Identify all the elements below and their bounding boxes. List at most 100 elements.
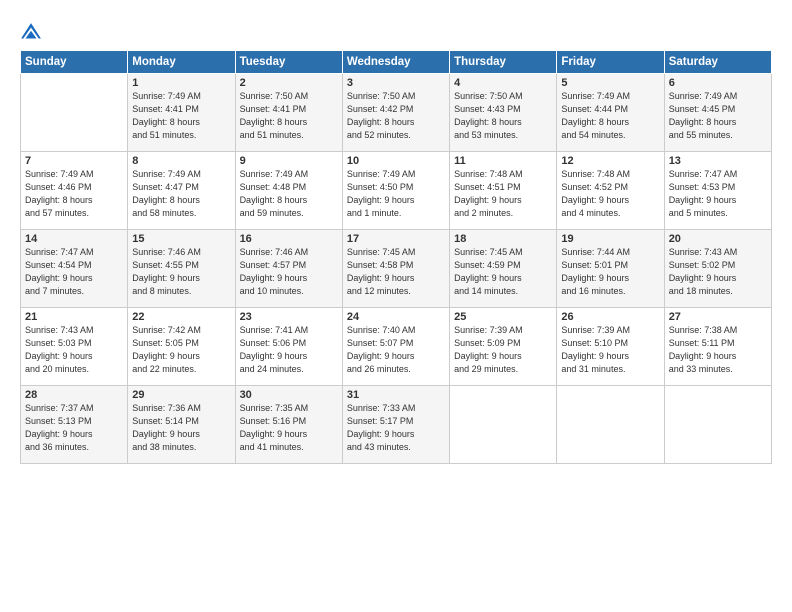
week-row-1: 1Sunrise: 7:49 AM Sunset: 4:41 PM Daylig… xyxy=(21,74,772,152)
day-cell: 28Sunrise: 7:37 AM Sunset: 5:13 PM Dayli… xyxy=(21,386,128,464)
day-number: 20 xyxy=(669,233,767,245)
day-cell: 24Sunrise: 7:40 AM Sunset: 5:07 PM Dayli… xyxy=(342,308,449,386)
day-number: 25 xyxy=(454,311,552,323)
day-info: Sunrise: 7:50 AM Sunset: 4:42 PM Dayligh… xyxy=(347,90,445,142)
day-cell: 15Sunrise: 7:46 AM Sunset: 4:55 PM Dayli… xyxy=(128,230,235,308)
col-header-friday: Friday xyxy=(557,51,664,74)
day-cell: 19Sunrise: 7:44 AM Sunset: 5:01 PM Dayli… xyxy=(557,230,664,308)
day-number: 3 xyxy=(347,77,445,89)
day-info: Sunrise: 7:46 AM Sunset: 4:57 PM Dayligh… xyxy=(240,246,338,298)
day-number: 18 xyxy=(454,233,552,245)
day-info: Sunrise: 7:41 AM Sunset: 5:06 PM Dayligh… xyxy=(240,324,338,376)
day-info: Sunrise: 7:37 AM Sunset: 5:13 PM Dayligh… xyxy=(25,402,123,454)
day-info: Sunrise: 7:39 AM Sunset: 5:10 PM Dayligh… xyxy=(561,324,659,376)
day-number: 16 xyxy=(240,233,338,245)
day-info: Sunrise: 7:47 AM Sunset: 4:54 PM Dayligh… xyxy=(25,246,123,298)
day-number: 2 xyxy=(240,77,338,89)
day-number: 24 xyxy=(347,311,445,323)
day-number: 11 xyxy=(454,155,552,167)
week-row-3: 14Sunrise: 7:47 AM Sunset: 4:54 PM Dayli… xyxy=(21,230,772,308)
day-number: 9 xyxy=(240,155,338,167)
day-number: 26 xyxy=(561,311,659,323)
day-info: Sunrise: 7:45 AM Sunset: 4:58 PM Dayligh… xyxy=(347,246,445,298)
logo xyxy=(20,22,46,44)
day-cell: 10Sunrise: 7:49 AM Sunset: 4:50 PM Dayli… xyxy=(342,152,449,230)
day-cell: 1Sunrise: 7:49 AM Sunset: 4:41 PM Daylig… xyxy=(128,74,235,152)
day-info: Sunrise: 7:43 AM Sunset: 5:02 PM Dayligh… xyxy=(669,246,767,298)
day-number: 17 xyxy=(347,233,445,245)
week-row-5: 28Sunrise: 7:37 AM Sunset: 5:13 PM Dayli… xyxy=(21,386,772,464)
day-info: Sunrise: 7:48 AM Sunset: 4:52 PM Dayligh… xyxy=(561,168,659,220)
day-number: 28 xyxy=(25,389,123,401)
day-cell: 7Sunrise: 7:49 AM Sunset: 4:46 PM Daylig… xyxy=(21,152,128,230)
day-number: 29 xyxy=(132,389,230,401)
day-number: 5 xyxy=(561,77,659,89)
day-number: 6 xyxy=(669,77,767,89)
day-info: Sunrise: 7:46 AM Sunset: 4:55 PM Dayligh… xyxy=(132,246,230,298)
day-cell: 22Sunrise: 7:42 AM Sunset: 5:05 PM Dayli… xyxy=(128,308,235,386)
day-cell: 26Sunrise: 7:39 AM Sunset: 5:10 PM Dayli… xyxy=(557,308,664,386)
col-header-monday: Monday xyxy=(128,51,235,74)
day-cell: 11Sunrise: 7:48 AM Sunset: 4:51 PM Dayli… xyxy=(450,152,557,230)
day-cell: 18Sunrise: 7:45 AM Sunset: 4:59 PM Dayli… xyxy=(450,230,557,308)
day-number: 14 xyxy=(25,233,123,245)
day-info: Sunrise: 7:35 AM Sunset: 5:16 PM Dayligh… xyxy=(240,402,338,454)
day-info: Sunrise: 7:49 AM Sunset: 4:41 PM Dayligh… xyxy=(132,90,230,142)
col-header-wednesday: Wednesday xyxy=(342,51,449,74)
day-number: 7 xyxy=(25,155,123,167)
day-cell: 30Sunrise: 7:35 AM Sunset: 5:16 PM Dayli… xyxy=(235,386,342,464)
day-cell: 31Sunrise: 7:33 AM Sunset: 5:17 PM Dayli… xyxy=(342,386,449,464)
day-cell: 14Sunrise: 7:47 AM Sunset: 4:54 PM Dayli… xyxy=(21,230,128,308)
day-info: Sunrise: 7:49 AM Sunset: 4:47 PM Dayligh… xyxy=(132,168,230,220)
day-info: Sunrise: 7:49 AM Sunset: 4:44 PM Dayligh… xyxy=(561,90,659,142)
header-row: SundayMondayTuesdayWednesdayThursdayFrid… xyxy=(21,51,772,74)
day-cell: 16Sunrise: 7:46 AM Sunset: 4:57 PM Dayli… xyxy=(235,230,342,308)
day-number: 12 xyxy=(561,155,659,167)
col-header-thursday: Thursday xyxy=(450,51,557,74)
day-cell: 20Sunrise: 7:43 AM Sunset: 5:02 PM Dayli… xyxy=(664,230,771,308)
page-header xyxy=(20,18,772,44)
day-cell: 25Sunrise: 7:39 AM Sunset: 5:09 PM Dayli… xyxy=(450,308,557,386)
day-info: Sunrise: 7:50 AM Sunset: 4:43 PM Dayligh… xyxy=(454,90,552,142)
day-cell: 21Sunrise: 7:43 AM Sunset: 5:03 PM Dayli… xyxy=(21,308,128,386)
day-cell xyxy=(557,386,664,464)
day-info: Sunrise: 7:36 AM Sunset: 5:14 PM Dayligh… xyxy=(132,402,230,454)
day-cell: 23Sunrise: 7:41 AM Sunset: 5:06 PM Dayli… xyxy=(235,308,342,386)
day-info: Sunrise: 7:42 AM Sunset: 5:05 PM Dayligh… xyxy=(132,324,230,376)
day-number: 23 xyxy=(240,311,338,323)
day-cell xyxy=(664,386,771,464)
day-cell: 8Sunrise: 7:49 AM Sunset: 4:47 PM Daylig… xyxy=(128,152,235,230)
day-info: Sunrise: 7:49 AM Sunset: 4:50 PM Dayligh… xyxy=(347,168,445,220)
day-number: 30 xyxy=(240,389,338,401)
day-cell: 3Sunrise: 7:50 AM Sunset: 4:42 PM Daylig… xyxy=(342,74,449,152)
day-cell: 6Sunrise: 7:49 AM Sunset: 4:45 PM Daylig… xyxy=(664,74,771,152)
day-number: 15 xyxy=(132,233,230,245)
week-row-4: 21Sunrise: 7:43 AM Sunset: 5:03 PM Dayli… xyxy=(21,308,772,386)
day-info: Sunrise: 7:39 AM Sunset: 5:09 PM Dayligh… xyxy=(454,324,552,376)
day-info: Sunrise: 7:43 AM Sunset: 5:03 PM Dayligh… xyxy=(25,324,123,376)
day-info: Sunrise: 7:50 AM Sunset: 4:41 PM Dayligh… xyxy=(240,90,338,142)
day-number: 27 xyxy=(669,311,767,323)
col-header-sunday: Sunday xyxy=(21,51,128,74)
day-info: Sunrise: 7:48 AM Sunset: 4:51 PM Dayligh… xyxy=(454,168,552,220)
day-number: 19 xyxy=(561,233,659,245)
day-cell: 29Sunrise: 7:36 AM Sunset: 5:14 PM Dayli… xyxy=(128,386,235,464)
day-cell: 2Sunrise: 7:50 AM Sunset: 4:41 PM Daylig… xyxy=(235,74,342,152)
week-row-2: 7Sunrise: 7:49 AM Sunset: 4:46 PM Daylig… xyxy=(21,152,772,230)
day-info: Sunrise: 7:33 AM Sunset: 5:17 PM Dayligh… xyxy=(347,402,445,454)
logo-icon xyxy=(20,22,42,44)
day-cell: 12Sunrise: 7:48 AM Sunset: 4:52 PM Dayli… xyxy=(557,152,664,230)
calendar-page: SundayMondayTuesdayWednesdayThursdayFrid… xyxy=(0,0,792,612)
day-info: Sunrise: 7:49 AM Sunset: 4:45 PM Dayligh… xyxy=(669,90,767,142)
day-number: 31 xyxy=(347,389,445,401)
day-info: Sunrise: 7:49 AM Sunset: 4:48 PM Dayligh… xyxy=(240,168,338,220)
day-cell: 9Sunrise: 7:49 AM Sunset: 4:48 PM Daylig… xyxy=(235,152,342,230)
day-info: Sunrise: 7:40 AM Sunset: 5:07 PM Dayligh… xyxy=(347,324,445,376)
day-info: Sunrise: 7:38 AM Sunset: 5:11 PM Dayligh… xyxy=(669,324,767,376)
day-number: 8 xyxy=(132,155,230,167)
day-cell: 4Sunrise: 7:50 AM Sunset: 4:43 PM Daylig… xyxy=(450,74,557,152)
day-cell xyxy=(450,386,557,464)
day-cell: 13Sunrise: 7:47 AM Sunset: 4:53 PM Dayli… xyxy=(664,152,771,230)
day-number: 22 xyxy=(132,311,230,323)
col-header-saturday: Saturday xyxy=(664,51,771,74)
